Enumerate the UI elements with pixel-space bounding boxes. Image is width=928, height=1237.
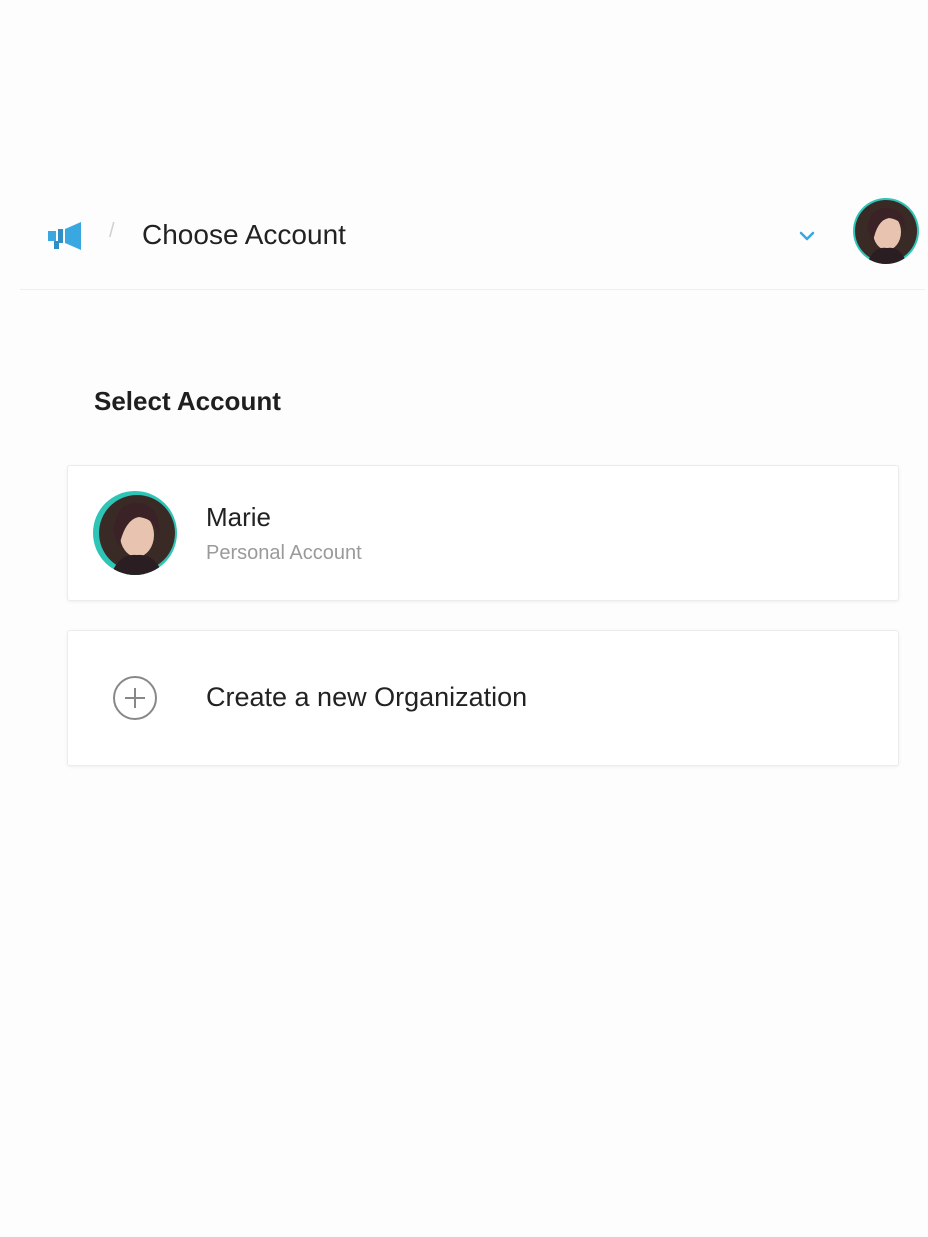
account-card-marie[interactable]: Marie Personal Account [67,465,899,601]
user-avatar[interactable] [853,198,919,264]
account-type: Personal Account [206,542,362,564]
megaphone-icon[interactable] [48,221,88,251]
account-avatar [93,491,177,575]
page-title: Choose Account [142,219,346,250]
top-bar: / Choose Account [20,180,925,290]
breadcrumb-separator: / [109,220,115,242]
choose-account-page: / Choose Account Select Account Marie Pe… [0,0,928,1237]
account-avatar-image [93,491,177,575]
section-title: Select Account [94,386,281,416]
chevron-down-icon[interactable] [796,225,818,247]
plus-circle-icon [113,676,157,720]
account-name: Marie [206,502,272,532]
create-organization-button[interactable]: Create a new Organization [67,630,899,766]
user-avatar-image [853,198,919,264]
create-organization-label: Create a new Organization [206,682,528,712]
